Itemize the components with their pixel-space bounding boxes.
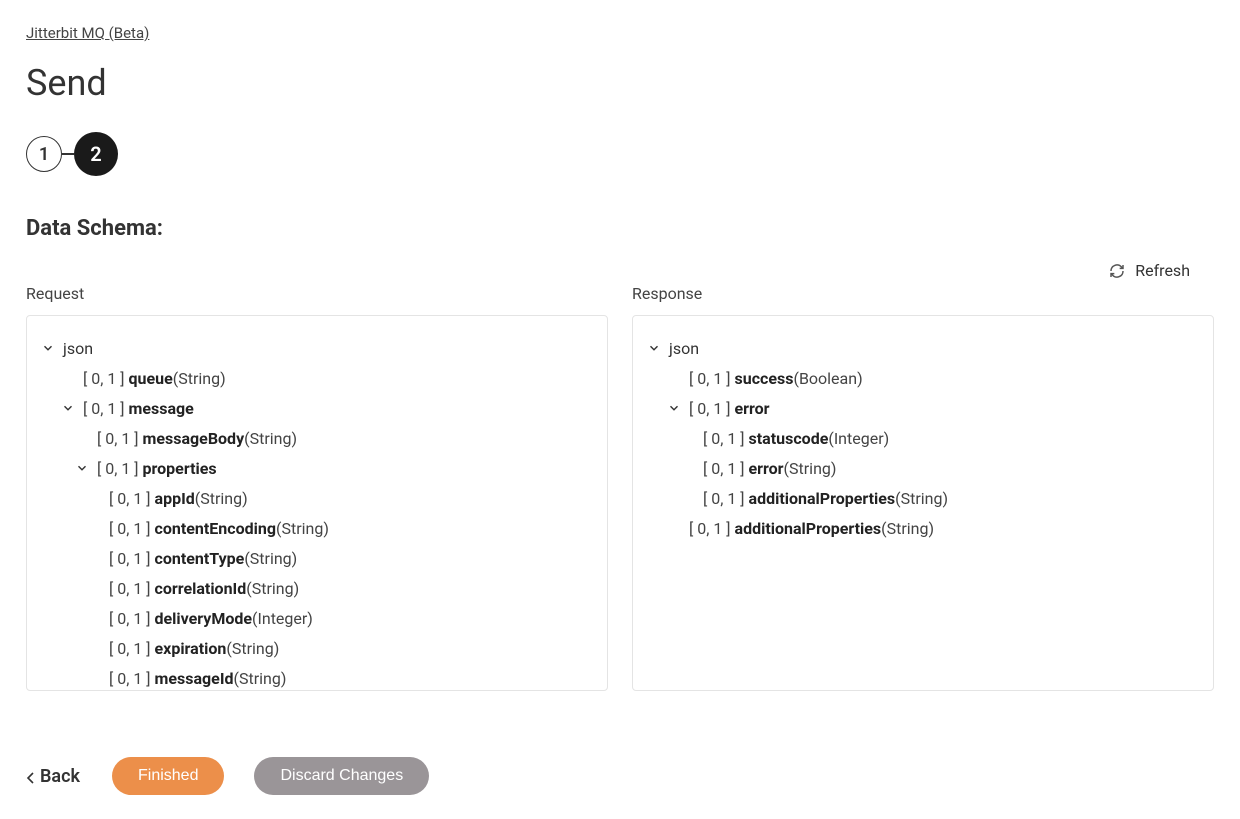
tree-node[interactable]: [ 0, 1 ] properties xyxy=(41,454,593,484)
chevron-down-icon[interactable] xyxy=(667,401,683,417)
field-name: correlationId xyxy=(155,577,247,601)
refresh-icon xyxy=(1109,263,1125,279)
field-type: (String) xyxy=(234,667,287,691)
refresh-label: Refresh xyxy=(1135,261,1190,280)
tree-node: [ 0, 1 ] error (String) xyxy=(647,454,1199,484)
field-type: (String) xyxy=(881,517,934,541)
breadcrumb-link[interactable]: Jitterbit MQ (Beta) xyxy=(26,24,149,42)
stepper: 1 2 xyxy=(26,132,1214,176)
cardinality-label: [ 0, 1 ] xyxy=(109,547,151,571)
field-type: (String) xyxy=(173,367,226,391)
step-2-active[interactable]: 2 xyxy=(74,132,118,176)
tree-node: [ 0, 1 ] messageBody (String) xyxy=(41,424,593,454)
field-type: (Integer) xyxy=(828,427,889,451)
cardinality-label: [ 0, 1 ] xyxy=(689,517,731,541)
cardinality-label: [ 0, 1 ] xyxy=(703,487,745,511)
field-type: (String) xyxy=(226,637,279,661)
cardinality-label: [ 0, 1 ] xyxy=(109,577,151,601)
field-type: (String) xyxy=(195,487,248,511)
request-schema-box[interactable]: json[ 0, 1 ] queue (String)[ 0, 1 ] mess… xyxy=(26,315,608,691)
tree-node: [ 0, 1 ] correlationId (String) xyxy=(41,574,593,604)
cardinality-label: [ 0, 1 ] xyxy=(703,457,745,481)
cardinality-label: [ 0, 1 ] xyxy=(109,637,151,661)
field-name: properties xyxy=(143,457,217,481)
cardinality-label: [ 0, 1 ] xyxy=(97,427,139,451)
tree-node[interactable]: [ 0, 1 ] message xyxy=(41,394,593,424)
tree-node: [ 0, 1 ] success (Boolean) xyxy=(647,364,1199,394)
chevron-left-icon xyxy=(26,769,36,783)
tree-node: [ 0, 1 ] additionalProperties (String) xyxy=(647,514,1199,544)
back-button[interactable]: Back xyxy=(26,766,80,787)
field-type: (String) xyxy=(784,457,837,481)
field-name: messageBody xyxy=(143,427,245,451)
section-title: Data Schema: xyxy=(26,216,1214,241)
footer-bar: Back Finished Discard Changes xyxy=(26,757,429,795)
step-connector xyxy=(62,153,74,155)
field-name: error xyxy=(749,457,784,481)
response-schema-box[interactable]: json[ 0, 1 ] success (Boolean)[ 0, 1 ] e… xyxy=(632,315,1214,691)
field-name: statuscode xyxy=(749,427,829,451)
tree-node: [ 0, 1 ] queue (String) xyxy=(41,364,593,394)
field-type: (String) xyxy=(895,487,948,511)
field-name: messageId xyxy=(155,667,234,691)
cardinality-label: [ 0, 1 ] xyxy=(109,487,151,511)
field-name: additionalProperties xyxy=(749,487,896,511)
field-name: success xyxy=(735,367,794,391)
field-name: queue xyxy=(129,367,173,391)
field-type: (String) xyxy=(246,577,299,601)
finished-button[interactable]: Finished xyxy=(112,757,224,795)
field-name: message xyxy=(129,397,194,421)
cardinality-label: [ 0, 1 ] xyxy=(83,397,125,421)
tree-node: [ 0, 1 ] contentEncoding (String) xyxy=(41,514,593,544)
field-name: json xyxy=(63,337,93,361)
cardinality-label: [ 0, 1 ] xyxy=(703,427,745,451)
tree-node: [ 0, 1 ] appId (String) xyxy=(41,484,593,514)
chevron-down-icon[interactable] xyxy=(647,341,663,357)
tree-node: [ 0, 1 ] additionalProperties (String) xyxy=(647,484,1199,514)
chevron-down-icon[interactable] xyxy=(61,401,77,417)
page-title: Send xyxy=(26,62,1214,104)
field-type: (Boolean) xyxy=(793,367,862,391)
field-name: deliveryMode xyxy=(155,607,253,631)
field-type: (String) xyxy=(244,427,297,451)
field-name: additionalProperties xyxy=(735,517,882,541)
tree-node[interactable]: [ 0, 1 ] error xyxy=(647,394,1199,424)
field-name: expiration xyxy=(155,637,227,661)
tree-node: [ 0, 1 ] contentType (String) xyxy=(41,544,593,574)
field-name: error xyxy=(735,397,770,421)
field-type: (String) xyxy=(276,517,329,541)
breadcrumb: Jitterbit MQ (Beta) xyxy=(26,24,1214,42)
tree-node: [ 0, 1 ] statuscode (Integer) xyxy=(647,424,1199,454)
cardinality-label: [ 0, 1 ] xyxy=(109,607,151,631)
field-name: contentType xyxy=(155,547,245,571)
field-name: contentEncoding xyxy=(155,517,276,541)
cardinality-label: [ 0, 1 ] xyxy=(689,367,731,391)
refresh-button[interactable]: Refresh xyxy=(1109,261,1190,280)
field-name: json xyxy=(669,337,699,361)
step-1[interactable]: 1 xyxy=(26,136,62,172)
field-name: appId xyxy=(155,487,195,511)
field-type: (String) xyxy=(244,547,297,571)
cardinality-label: [ 0, 1 ] xyxy=(689,397,731,421)
cardinality-label: [ 0, 1 ] xyxy=(83,367,125,391)
cardinality-label: [ 0, 1 ] xyxy=(109,667,151,691)
chevron-down-icon[interactable] xyxy=(75,461,91,477)
response-column-label: Response xyxy=(632,284,1214,303)
request-column-label: Request xyxy=(26,284,608,303)
tree-node: [ 0, 1 ] deliveryMode (Integer) xyxy=(41,604,593,634)
back-label: Back xyxy=(40,766,80,787)
tree-node: [ 0, 1 ] expiration (String) xyxy=(41,634,593,664)
tree-node: [ 0, 1 ] messageId (String) xyxy=(41,664,593,691)
field-type: (Integer) xyxy=(252,607,313,631)
chevron-down-icon[interactable] xyxy=(41,341,57,357)
tree-node[interactable]: json xyxy=(647,334,1199,364)
discard-changes-button[interactable]: Discard Changes xyxy=(254,757,429,795)
cardinality-label: [ 0, 1 ] xyxy=(109,517,151,541)
tree-node[interactable]: json xyxy=(41,334,593,364)
cardinality-label: [ 0, 1 ] xyxy=(97,457,139,481)
